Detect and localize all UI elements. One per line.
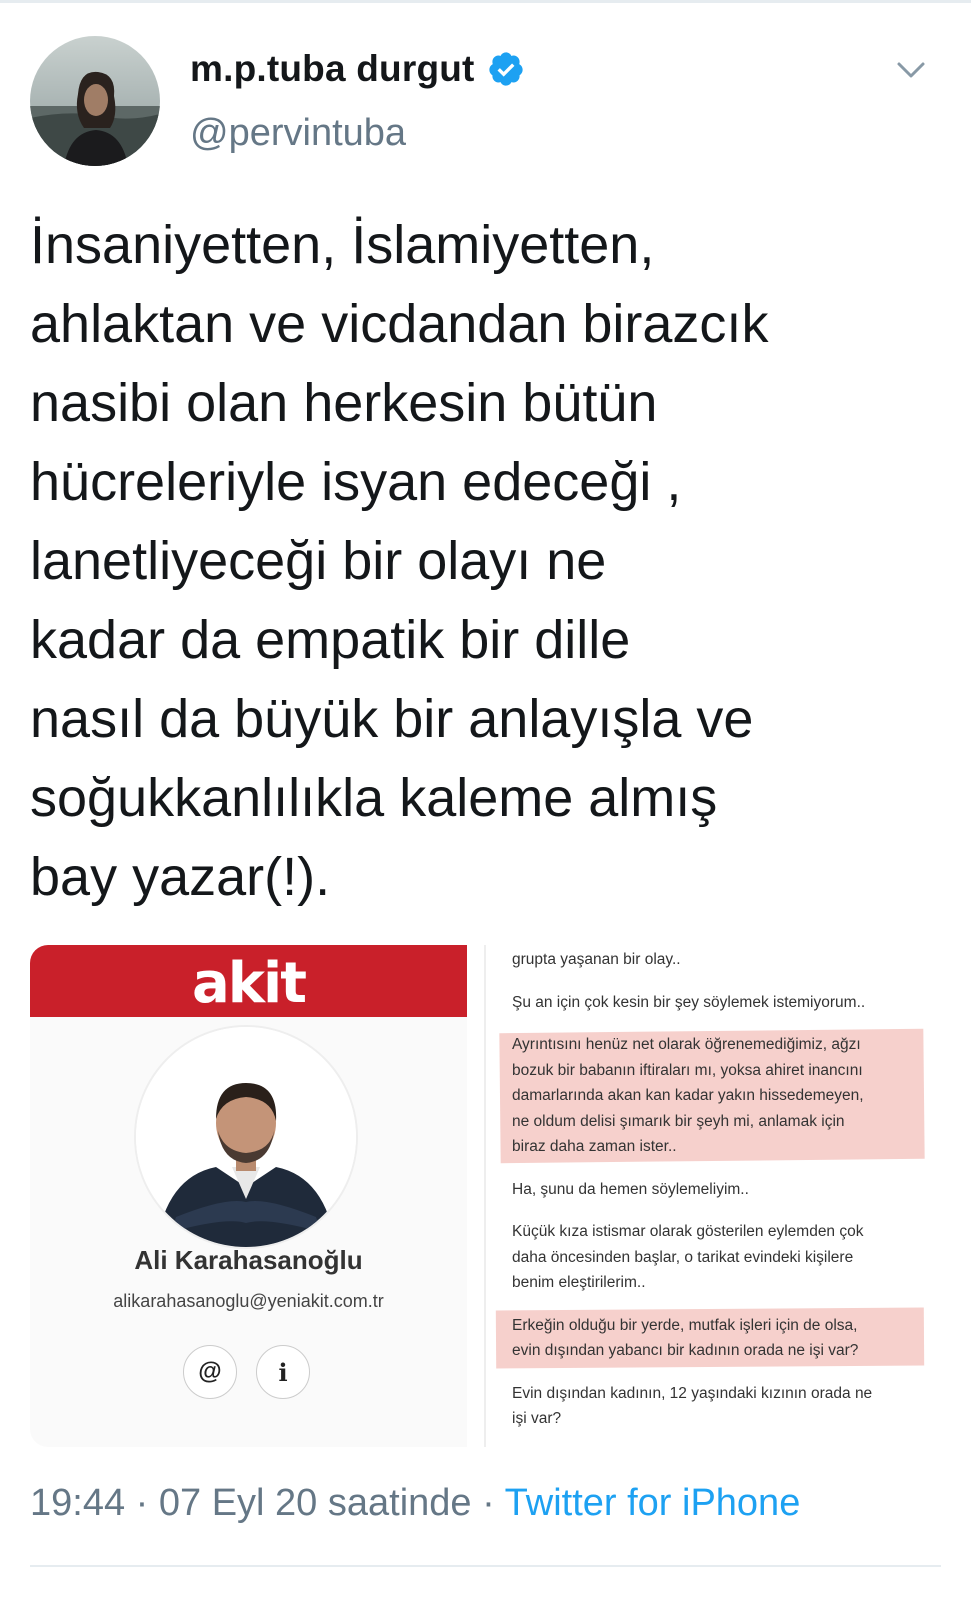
tweet-text-line: hücreleriyle isyan edeceği , [30,452,682,512]
display-name[interactable]: m.p.tuba durgut [190,48,475,90]
brand-header: akit [30,945,467,1017]
article-line: Ayrıntısını henüz net olarak öğrenemediğ… [512,1036,861,1053]
tweet-text-line: ahlaktan ve vicdandan birazcık [30,294,769,354]
tweet-text-line: lanetliyeceği bir olayı ne [30,531,607,591]
article-line: evin dışından yabancı bir kadının orada … [512,1342,859,1359]
author-email: alikarahasanoglu@yeniakit.com.tr [113,1291,384,1311]
avatar[interactable] [30,36,160,166]
info-button[interactable]: i [256,1345,310,1399]
verified-badge-icon [488,52,523,86]
separator: · [135,1482,149,1524]
article-line [512,1202,912,1219]
article-line: grupta yaşanan bir olay.. [512,951,681,968]
article-line: daha öncesinden başlar, o tarikat evinde… [512,1248,854,1266]
at-icon: @ [198,1358,222,1385]
media-image-author-card[interactable]: akit Ali Karahasanoğlu alikarahasanoglu@… [30,945,467,1447]
article-line [512,1296,912,1313]
tweet-timestamp-row: 19:44 · 07 Eyl 20 saatinde · Twitter for… [30,1482,800,1525]
article-line: Erkeğin olduğu bir yerde, mutfak işleri … [512,1316,858,1334]
tweet-media[interactable]: akit Ali Karahasanoğlu alikarahasanoglu@… [30,945,925,1447]
author-photo [134,1025,358,1249]
tweet-text-line: bay yazar(!). [30,847,331,907]
article-line: Şu an için çok kesin bir şey söylemek is… [512,993,866,1011]
article-line: ne oldum delisi şımarık bir şeyh mi, anl… [512,1112,845,1130]
bottom-divider [30,1565,941,1567]
chevron-down-icon[interactable] [895,58,927,82]
author-name-row[interactable]: m.p.tuba durgut [190,48,525,90]
tweet-text-line: nasibi olan herkesin bütün [30,373,658,433]
article-line [512,1364,912,1381]
article-line: bozuk bir babanın iftiraları mı, yoksa a… [512,1061,863,1079]
article-text: grupta yaşanan bir olay.. Şu an için çok… [512,945,912,1432]
article-line: damarlarında akan kan kadar yakın hissed… [512,1087,864,1104]
tweet-text-line: İnsaniyetten, İslamiyetten, [30,215,655,275]
tweet-text-line: kadar da empatik bir dille [30,610,631,670]
tweet-time[interactable]: 19:44 [30,1482,125,1524]
separator: · [482,1482,495,1524]
tweet-text: İnsaniyetten, İslamiyetten, ahlaktan ve … [30,206,930,917]
tweet-source-link[interactable]: Twitter for iPhone [505,1482,801,1524]
article-line: biraz daha zaman ister.. [512,1138,677,1155]
tweet-date[interactable]: 07 Eyl 20 saatinde [159,1482,472,1524]
tweet-text-line: soğukkanlılıkla kaleme almış [30,768,718,828]
top-divider [0,0,971,3]
media-image-article[interactable]: grupta yaşanan bir olay.. Şu an için çok… [484,945,925,1447]
tweet-text-line: nasıl da büyük bir anlayışla ve [30,689,754,749]
email-button[interactable]: @ [183,1345,237,1399]
author-full-name: Ali Karahasanoğlu [134,1245,363,1275]
article-line: Evin dışından kadının, 12 yaşındaki kızı… [512,1384,873,1402]
user-handle[interactable]: @pervintuba [190,112,406,155]
article-line: benim eleştirilerim.. [512,1274,646,1291]
article-line [512,1160,912,1177]
article-line [512,973,912,990]
info-icon: i [278,1357,288,1387]
article-line [512,1015,912,1032]
article-line: Küçük kıza istismar olarak gösterilen ey… [512,1223,864,1240]
article-line: Ha, şunu da hemen söylemeliyim.. [512,1180,749,1198]
article-line: işi var? [512,1410,562,1427]
brand-logo: akit [192,951,307,1016]
